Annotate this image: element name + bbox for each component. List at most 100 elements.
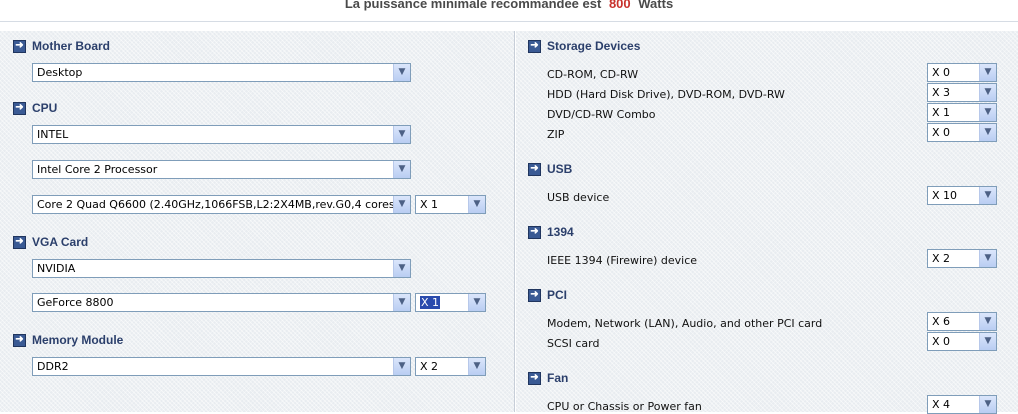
- pci-qty-select[interactable]: X 6 ▼: [927, 312, 997, 331]
- chevron-down-icon[interactable]: ▼: [393, 126, 410, 143]
- pci-qty-select[interactable]: X 0 ▼: [927, 332, 997, 351]
- chevron-down-icon[interactable]: ▼: [393, 64, 410, 81]
- memory-qty-select[interactable]: X 2 ▼: [415, 357, 486, 376]
- chevron-down-icon[interactable]: ▼: [979, 396, 996, 413]
- storage-qty-select[interactable]: X 0 ▼: [927, 123, 997, 142]
- chevron-down-icon[interactable]: ▼: [468, 294, 485, 311]
- chevron-down-icon[interactable]: ▼: [979, 187, 996, 204]
- firewire-item-label: IEEE 1394 (Firewire) device: [547, 254, 698, 267]
- storage-qty-select[interactable]: X 0 ▼: [927, 63, 997, 82]
- section-title: PCI: [547, 288, 568, 302]
- select-value: X 2: [932, 252, 951, 265]
- section-title: Mother Board: [32, 39, 110, 53]
- select-value: Desktop: [37, 66, 83, 79]
- section-usb: ➜ USB: [528, 160, 572, 178]
- storage-item-label: CD-ROM, CD-RW: [547, 68, 639, 81]
- select-value: X 2: [420, 360, 439, 373]
- right-panel: ➜ Storage Devices CD-ROM, CD-RW X 0 ▼ HD…: [516, 31, 1018, 414]
- chevron-down-icon[interactable]: ▼: [393, 196, 410, 213]
- storage-item-label: ZIP: [547, 128, 565, 141]
- arrow-right-icon: ➜: [13, 39, 26, 53]
- banner-prefix: La puissance minimale recommandee est: [344, 0, 602, 11]
- storage-qty-select[interactable]: X 3 ▼: [927, 83, 997, 102]
- cpu-family-select[interactable]: Intel Core 2 Processor ▼: [32, 160, 411, 179]
- section-motherboard: ➜ Mother Board: [13, 37, 110, 55]
- storage-item-label: HDD (Hard Disk Drive), DVD-ROM, DVD-RW: [547, 88, 785, 101]
- section-storage: ➜ Storage Devices: [528, 37, 640, 55]
- section-title: 1394: [547, 225, 574, 239]
- cpu-brand-select[interactable]: INTEL ▼: [32, 125, 411, 144]
- section-title: CPU: [32, 101, 58, 115]
- pci-item-label: SCSI card: [547, 337, 600, 350]
- motherboard-select[interactable]: Desktop ▼: [32, 63, 411, 82]
- chevron-down-icon[interactable]: ▼: [468, 358, 485, 375]
- fan-item-label: CPU or Chassis or Power fan: [547, 400, 702, 413]
- select-value: X 0: [932, 126, 951, 139]
- section-title: Storage Devices: [547, 39, 641, 53]
- section-vga: ➜ VGA Card: [13, 233, 88, 251]
- select-value: X 10: [932, 189, 958, 202]
- select-value: GeForce 8800: [37, 296, 114, 309]
- vga-model-select[interactable]: GeForce 8800 ▼: [32, 293, 411, 312]
- vga-brand-select[interactable]: NVIDIA ▼: [32, 259, 411, 278]
- chevron-down-icon[interactable]: ▼: [979, 124, 996, 141]
- fan-qty-select[interactable]: X 4 ▼: [927, 395, 997, 414]
- left-panel: ➜ Mother Board Desktop ▼ ➜ CPU INTEL ▼ I…: [0, 31, 515, 412]
- select-value: NVIDIA: [37, 262, 76, 275]
- arrow-right-icon: ➜: [528, 371, 541, 385]
- select-value: DDR2: [37, 360, 69, 373]
- select-value: X 0: [932, 66, 951, 79]
- section-title: USB: [547, 162, 573, 176]
- select-value: X 1: [420, 198, 439, 211]
- section-fan: ➜ Fan: [528, 369, 568, 387]
- pci-item-label: Modem, Network (LAN), Audio, and other P…: [547, 317, 823, 330]
- header-divider: [0, 21, 1018, 22]
- arrow-right-icon: ➜: [13, 235, 26, 249]
- select-value: X 3: [932, 86, 951, 99]
- select-value: X 6: [932, 315, 951, 328]
- chevron-down-icon[interactable]: ▼: [979, 104, 996, 121]
- select-value: X 0: [932, 335, 951, 348]
- firewire-qty-select[interactable]: X 2 ▼: [927, 249, 997, 268]
- select-value: X 1: [418, 295, 442, 310]
- chevron-down-icon[interactable]: ▼: [979, 64, 996, 81]
- chevron-down-icon[interactable]: ▼: [979, 313, 996, 330]
- usb-item-label: USB device: [547, 191, 610, 204]
- section-pci: ➜ PCI: [528, 286, 567, 304]
- chevron-down-icon[interactable]: ▼: [979, 250, 996, 267]
- chevron-down-icon[interactable]: ▼: [393, 294, 410, 311]
- section-title: VGA Card: [32, 235, 89, 249]
- arrow-right-icon: ➜: [13, 333, 26, 347]
- storage-qty-select[interactable]: X 1 ▼: [927, 103, 997, 122]
- cpu-qty-select[interactable]: X 1 ▼: [415, 195, 486, 214]
- select-value: X 1: [932, 106, 951, 119]
- chevron-down-icon[interactable]: ▼: [979, 333, 996, 350]
- usb-qty-select[interactable]: X 10 ▼: [927, 186, 997, 205]
- chevron-down-icon[interactable]: ▼: [468, 196, 485, 213]
- select-value: Core 2 Quad Q6600 (2.40GHz,1066FSB,L2:2X…: [37, 198, 399, 211]
- arrow-right-icon: ➜: [528, 39, 541, 53]
- section-title: Memory Module: [32, 333, 124, 347]
- select-value: Intel Core 2 Processor: [37, 163, 158, 176]
- select-value: X 4: [932, 398, 951, 411]
- storage-item-label: DVD/CD-RW Combo: [547, 108, 656, 121]
- arrow-right-icon: ➜: [528, 225, 541, 239]
- section-cpu: ➜ CPU: [13, 99, 57, 117]
- chevron-down-icon[interactable]: ▼: [393, 358, 410, 375]
- arrow-right-icon: ➜: [528, 162, 541, 176]
- chevron-down-icon[interactable]: ▼: [393, 161, 410, 178]
- arrow-right-icon: ➜: [528, 288, 541, 302]
- section-title: Fan: [547, 371, 569, 385]
- select-value: INTEL: [37, 128, 69, 141]
- chevron-down-icon[interactable]: ▼: [393, 260, 410, 277]
- chevron-down-icon[interactable]: ▼: [979, 84, 996, 101]
- banner-watts-value: 800: [608, 0, 631, 11]
- section-memory: ➜ Memory Module: [13, 331, 123, 349]
- vga-qty-select[interactable]: X 1 ▼: [415, 293, 486, 312]
- section-1394: ➜ 1394: [528, 223, 574, 241]
- banner-suffix: Watts: [638, 0, 674, 11]
- memory-type-select[interactable]: DDR2 ▼: [32, 357, 411, 376]
- recommended-power-banner: La puissance minimale recommandee est 80…: [0, 0, 1018, 17]
- arrow-right-icon: ➜: [13, 101, 26, 115]
- cpu-model-select[interactable]: Core 2 Quad Q6600 (2.40GHz,1066FSB,L2:2X…: [32, 195, 411, 214]
